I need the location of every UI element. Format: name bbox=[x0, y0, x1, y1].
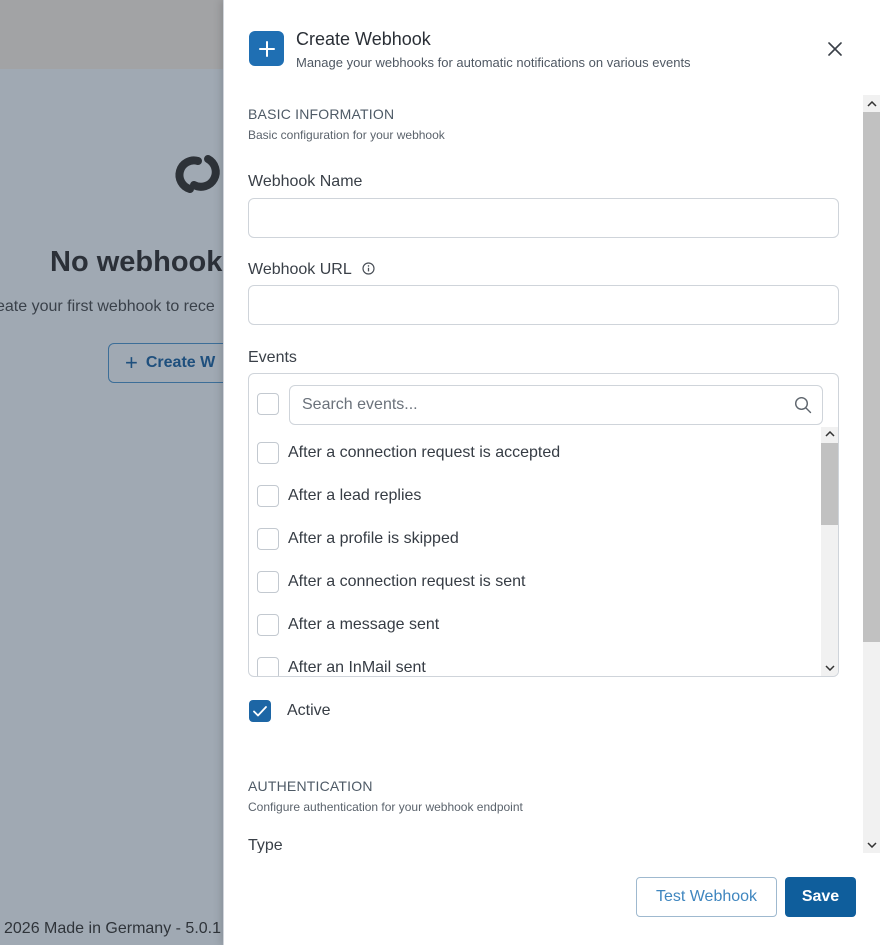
type-label: Type bbox=[248, 837, 283, 853]
event-checkbox[interactable] bbox=[257, 528, 279, 550]
close-icon bbox=[828, 42, 842, 56]
chevron-down-icon[interactable] bbox=[821, 661, 838, 675]
active-label: Active bbox=[287, 702, 331, 719]
search-icon bbox=[794, 396, 812, 414]
authentication-heading: AUTHENTICATION bbox=[248, 778, 373, 794]
event-label: After a connection request is accepted bbox=[288, 444, 561, 461]
close-button[interactable] bbox=[824, 40, 846, 58]
empty-state-title: No webhooks bbox=[50, 246, 239, 278]
events-search-input[interactable]: Search events... bbox=[289, 385, 823, 425]
webhook-name-input[interactable] bbox=[248, 198, 839, 238]
list-item[interactable]: After a message sent bbox=[249, 614, 821, 638]
event-checkbox[interactable] bbox=[257, 485, 279, 507]
drawer-scroll-area[interactable]: BASIC INFORMATION Basic configuration fo… bbox=[224, 95, 884, 853]
drawer-title: Create Webhook bbox=[296, 29, 431, 49]
event-label: After an InMail sent bbox=[288, 659, 426, 676]
list-item[interactable]: After a profile is skipped bbox=[249, 528, 821, 552]
check-icon bbox=[253, 705, 267, 716]
event-label: After a lead replies bbox=[288, 487, 422, 504]
authentication-subtitle: Configure authentication for your webhoo… bbox=[248, 800, 523, 814]
event-label: After a connection request is sent bbox=[288, 573, 526, 590]
create-webhook-label: Create W bbox=[145, 354, 216, 371]
basic-info-heading: BASIC INFORMATION bbox=[248, 106, 395, 122]
chevron-up-icon[interactable] bbox=[863, 97, 880, 111]
events-selector: Search events... After a connection requ… bbox=[248, 373, 839, 677]
list-item[interactable]: After a connection request is sent bbox=[249, 571, 821, 595]
plus-icon bbox=[249, 31, 284, 66]
drawer-subtitle: Manage your webhooks for automatic notif… bbox=[296, 55, 691, 70]
events-label: Events bbox=[248, 349, 297, 366]
list-item[interactable]: After an InMail sent bbox=[249, 657, 821, 676]
webhook-url-input[interactable] bbox=[248, 285, 839, 325]
events-scrollbar-thumb[interactable] bbox=[821, 443, 838, 525]
empty-state-subtitle: eate your first webhook to rece bbox=[0, 298, 215, 315]
drawer-scrollbar-thumb[interactable] bbox=[863, 112, 880, 642]
list-item[interactable]: After a lead replies bbox=[249, 485, 821, 509]
active-checkbox[interactable] bbox=[249, 700, 271, 722]
basic-info-subtitle: Basic configuration for your webhook bbox=[248, 128, 445, 142]
select-all-checkbox[interactable] bbox=[257, 393, 279, 415]
save-button[interactable]: Save bbox=[785, 877, 856, 917]
create-webhook-drawer: Create Webhook Manage your webhooks for … bbox=[223, 0, 885, 945]
event-checkbox[interactable] bbox=[257, 657, 279, 676]
search-placeholder: Search events... bbox=[302, 396, 418, 413]
list-item[interactable]: After a connection request is accepted bbox=[249, 442, 821, 466]
drawer-footer: Test Webhook Save bbox=[224, 853, 884, 945]
webhook-name-label: Webhook Name bbox=[248, 173, 363, 190]
test-webhook-button[interactable]: Test Webhook bbox=[636, 877, 777, 917]
events-list: After a connection request is accepted A… bbox=[249, 427, 821, 676]
chevron-up-icon[interactable] bbox=[821, 427, 838, 441]
event-label: After a profile is skipped bbox=[288, 530, 459, 547]
plus-icon: + bbox=[125, 350, 138, 375]
webhook-url-label: Webhook URL bbox=[248, 261, 352, 278]
event-checkbox[interactable] bbox=[257, 571, 279, 593]
event-label: After a message sent bbox=[288, 616, 440, 633]
chevron-down-icon[interactable] bbox=[863, 838, 880, 852]
info-icon[interactable] bbox=[362, 262, 375, 275]
event-checkbox[interactable] bbox=[257, 442, 279, 464]
page-footer: 2026 Made in Germany - 5.0.1 bbox=[4, 920, 222, 937]
event-checkbox[interactable] bbox=[257, 614, 279, 636]
